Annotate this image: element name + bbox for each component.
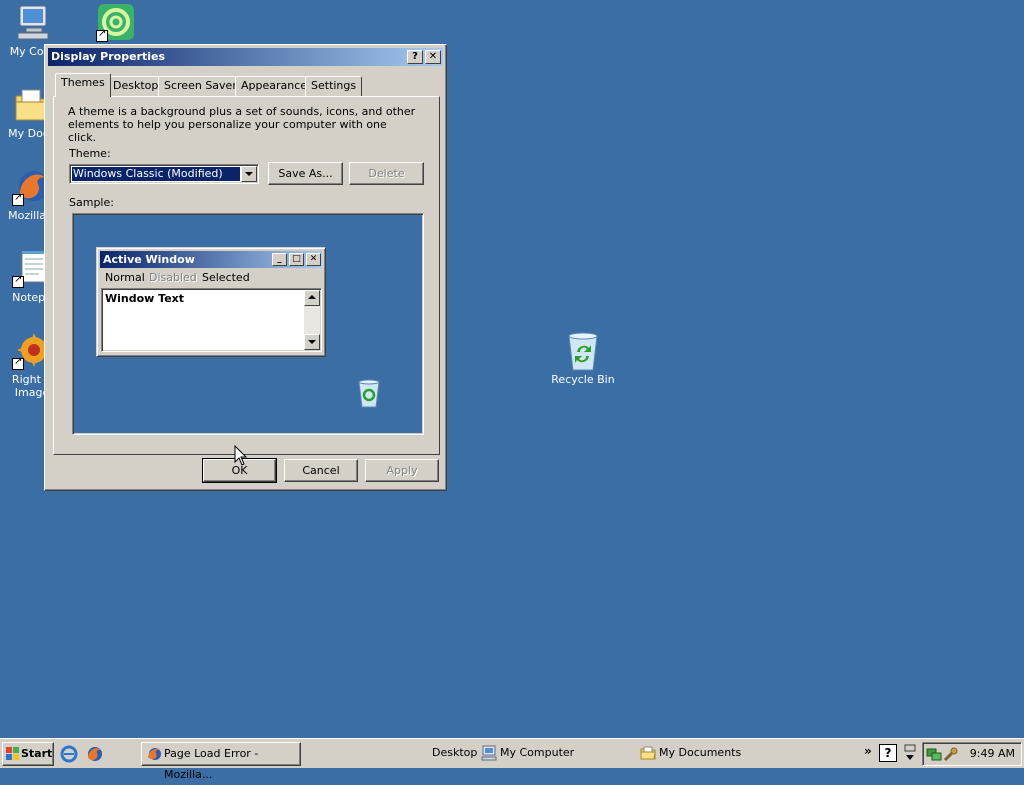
close-icon: ✕ <box>306 253 321 266</box>
tray-network-icon[interactable] <box>926 746 942 762</box>
tray-tools-icon[interactable] <box>943 746 959 762</box>
sample-active-window: Active Window _ □ ✕ Normal Disabled Sele… <box>96 247 326 357</box>
tab-label: Settings <box>311 79 357 92</box>
task-label: Page Load Error - Mozilla... <box>164 747 259 781</box>
apply-button[interactable]: Apply <box>365 459 439 482</box>
tab-themes[interactable]: Themes <box>55 73 111 97</box>
close-button[interactable]: ✕ <box>425 50 441 64</box>
theme-dropdown-value: Windows Classic (Modified) <box>72 167 240 181</box>
cancel-button[interactable]: Cancel <box>284 459 358 482</box>
my-documents-icon <box>640 745 656 761</box>
display-properties-dialog: Display Properties ? ✕ Themes Desktop Sc… <box>44 44 447 491</box>
sample-menu-normal: Normal <box>105 271 145 284</box>
toolbar-desktop[interactable]: Desktop <box>412 742 477 766</box>
tab-label: Appearance <box>241 79 308 92</box>
my-computer-icon <box>481 745 497 761</box>
theme-label: Theme: <box>69 147 111 160</box>
system-tray: 9:49 AM <box>922 742 1022 766</box>
my-computer-icon <box>12 2 52 42</box>
tab-label: Themes <box>61 76 105 89</box>
recycle-bin-icon <box>563 330 603 371</box>
tab-label: Screen Saver <box>164 79 237 92</box>
maximize-icon: □ <box>289 253 304 266</box>
toolbar-my-documents[interactable]: My Documents <box>637 742 741 766</box>
chevron-down-icon <box>245 172 253 176</box>
toolbar-my-computer[interactable]: My Computer <box>478 742 574 766</box>
dialog-titlebar[interactable]: Display Properties ? ✕ <box>48 48 443 66</box>
shortcut-arrow-icon <box>12 192 24 206</box>
sample-window-titlebar: Active Window _ □ ✕ <box>100 251 322 268</box>
desktop-icon-recycle-bin[interactable]: Recycle Bin <box>545 330 621 386</box>
help-icon[interactable]: ? <box>879 744 897 762</box>
sample-window-title: Active Window <box>103 253 195 266</box>
sample-recycle-bin-icon <box>355 378 383 410</box>
tab-label: Desktop <box>113 79 159 92</box>
toolbar-my-computer-label: My Computer <box>500 746 575 759</box>
windows-logo-icon <box>6 747 20 761</box>
task-button-page-load-error[interactable]: Page Load Error - Mozilla... <box>141 742 301 781</box>
taskbar: Start Page Load Error - Mozilla... Deskt… <box>0 738 1024 781</box>
desktop-icon-label: Recycle Bin <box>551 373 615 386</box>
sample-menu-bar: Normal Disabled Selected <box>100 269 322 287</box>
shortcut-arrow-icon <box>12 356 24 370</box>
theme-sample-preview: Active Window _ □ ✕ Normal Disabled Sele… <box>72 213 424 435</box>
tab-appearance[interactable]: Appearance <box>235 76 314 96</box>
sample-window-text-area: Window Text <box>101 288 322 352</box>
theme-dropdown-arrow[interactable] <box>241 166 257 182</box>
help-button[interactable]: ? <box>407 50 423 64</box>
start-button[interactable]: Start <box>2 742 54 766</box>
internet-explorer-icon[interactable] <box>60 745 78 763</box>
mouse-cursor-icon <box>234 444 248 470</box>
scroll-up-icon <box>304 290 320 306</box>
sample-scrollbar <box>304 290 320 350</box>
themes-description: A theme is a background plus a set of so… <box>68 105 416 144</box>
sample-window-text: Window Text <box>105 292 185 305</box>
toolbar-my-documents-label: My Documents <box>659 746 742 759</box>
save-as-button[interactable]: Save As... <box>268 162 343 185</box>
toolbar-chevron-icon[interactable]: » <box>864 744 872 758</box>
firefox-icon[interactable] <box>85 745 103 763</box>
scroll-down-icon <box>304 334 320 350</box>
themes-tab-panel: A theme is a background plus a set of so… <box>53 96 440 455</box>
start-label: Start <box>21 747 53 760</box>
shortcut-arrow-icon <box>12 274 24 288</box>
firefox-icon <box>146 746 162 762</box>
theme-dropdown[interactable]: Windows Classic (Modified) <box>69 164 259 184</box>
delete-button[interactable]: Delete <box>349 162 424 185</box>
sample-menu-selected: Selected <box>202 271 250 284</box>
green-swirl-shortcut-icon <box>96 2 136 42</box>
dialog-title: Display Properties <box>51 50 166 63</box>
sample-label: Sample: <box>69 196 114 209</box>
toolbar-desktop-label: Desktop <box>432 746 478 759</box>
tab-desktop[interactable]: Desktop <box>107 76 165 96</box>
tray-clock: 9:49 AM <box>969 747 1015 760</box>
minimize-icon: _ <box>272 253 287 266</box>
sample-menu-disabled: Disabled <box>149 271 197 284</box>
tab-settings[interactable]: Settings <box>305 76 363 96</box>
language-bar-icon[interactable] <box>903 743 917 763</box>
tab-screen-saver[interactable]: Screen Saver <box>158 76 243 96</box>
shortcut-arrow-icon <box>96 28 108 42</box>
desktop-icon-green-shortcut[interactable] <box>78 2 154 45</box>
